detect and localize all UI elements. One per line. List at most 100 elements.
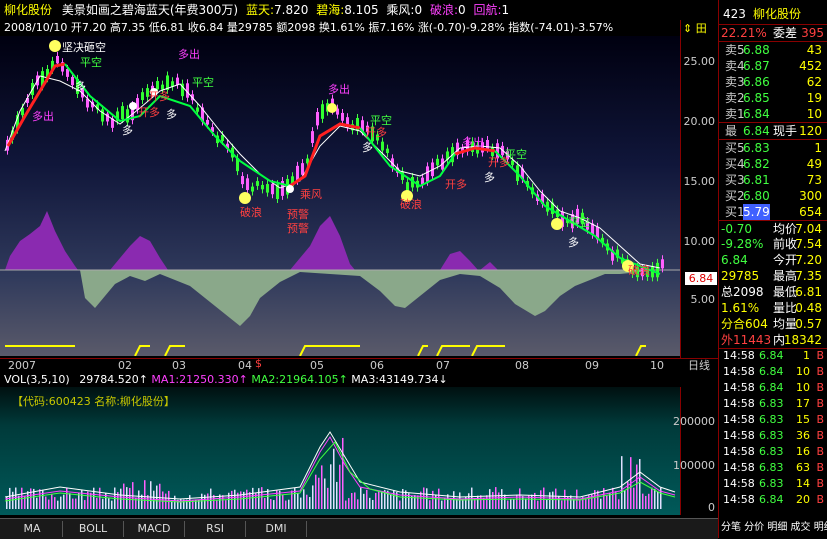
stat-left: -0.70 xyxy=(721,222,753,236)
annotation-label: 多出 xyxy=(178,48,200,61)
stock-name[interactable]: 柳化股份 xyxy=(4,3,52,17)
volume-bar xyxy=(54,497,56,509)
trade-side: B xyxy=(816,461,824,474)
trade-price: 6.83 xyxy=(759,397,784,410)
candle-body xyxy=(311,131,314,143)
trade-volume: 10 xyxy=(796,381,810,394)
volume-bar xyxy=(621,456,623,509)
tab-ma[interactable]: MA xyxy=(2,521,63,537)
volume-bar xyxy=(345,500,347,509)
ma-line-red xyxy=(289,122,361,188)
tab-dmi[interactable]: DMI xyxy=(246,521,307,537)
price-tick: 10.00 xyxy=(683,235,716,248)
trade-price: 6.83 xyxy=(759,477,784,490)
polang-label: 破浪: xyxy=(429,3,458,17)
volume-chart[interactable]: 【代码:600423 名称:柳化股份】 xyxy=(0,387,680,515)
axis-toolbar-icons[interactable]: ⇕ 田 xyxy=(683,20,707,36)
date-label: 03 xyxy=(172,359,186,372)
volume-bar xyxy=(612,487,614,509)
signal-icon xyxy=(551,218,563,230)
candle-body xyxy=(381,141,384,151)
volume-bar xyxy=(357,499,359,509)
bar-info-line: 2008/10/10 开7.20 高7.35 低6.81 收6.84 量2978… xyxy=(0,20,718,36)
stat-label: 前收 xyxy=(773,237,798,251)
volume-bar xyxy=(180,498,182,509)
volume-bar xyxy=(363,493,365,509)
volume-bar xyxy=(306,494,308,509)
trade-tabs[interactable]: 分笔 分价 明细 成交 明细 xyxy=(721,518,827,533)
candle-body xyxy=(241,176,244,185)
volume-bar xyxy=(504,494,506,509)
price-tick: 20.00 xyxy=(683,115,716,128)
annotation-label: 多 xyxy=(75,80,86,93)
volume-bar xyxy=(72,498,74,509)
volume-bar xyxy=(369,497,371,509)
info-amplitude: 振7.16% xyxy=(368,21,415,34)
trade-side: B xyxy=(816,349,824,362)
info-high: 高7.35 xyxy=(109,21,146,34)
candle-body xyxy=(121,106,124,120)
volume-bar xyxy=(642,493,644,509)
volume-bar xyxy=(657,491,659,509)
candle-body xyxy=(251,186,254,192)
volume-bar xyxy=(78,493,80,509)
date-label: 2007 xyxy=(8,359,36,372)
candle-body xyxy=(221,135,224,141)
bihai-label: 碧海: xyxy=(316,3,345,17)
price-chart[interactable]: 坚决砸空 多出 多出 多出 多出 多 多 多 多 多 多 开多 开多 开多 开多… xyxy=(0,36,680,356)
candle-body xyxy=(386,148,389,153)
candle-body xyxy=(256,181,259,186)
volume-bar xyxy=(498,492,500,509)
volume-bar xyxy=(300,497,302,509)
split-marker-icon: $ xyxy=(255,357,262,370)
date-label: 04 xyxy=(238,359,252,372)
stat-left: 外11443 xyxy=(721,333,772,347)
volume-bar xyxy=(522,496,524,509)
candle-body xyxy=(266,184,269,193)
trade-time: 14:58 xyxy=(723,365,755,378)
bid-price: 5.79 xyxy=(743,204,770,220)
trade-volume: 16 xyxy=(796,445,810,458)
tab-macd[interactable]: MACD xyxy=(124,521,185,537)
trade-volume: 63 xyxy=(796,461,810,474)
vol-title[interactable]: VOL(3,5,10) xyxy=(4,373,70,386)
trade-time: 14:58 xyxy=(723,413,755,426)
candle-body xyxy=(101,109,104,122)
bid-volume: 300 xyxy=(799,189,822,203)
weicha-value: 395 xyxy=(801,26,824,40)
weicha-label: 委差 xyxy=(773,26,798,40)
volume-bar xyxy=(42,489,44,509)
volume-bar xyxy=(75,498,77,509)
trade-list[interactable]: 14:58 6.84 1 B 14:58 6.84 10 B 14:58 6.84 10 B 14:58… xyxy=(719,348,827,516)
volume-bar xyxy=(18,495,20,509)
tab-rsi[interactable]: RSI xyxy=(185,521,246,537)
volume-bar xyxy=(90,492,92,509)
vol-ma1: MA1:21250.330 xyxy=(151,373,239,386)
candle-body xyxy=(301,163,304,175)
ask-volume: 19 xyxy=(806,91,822,105)
info-change: 涨(-0.70)-9.28% xyxy=(417,21,505,34)
volume-bar xyxy=(111,500,113,509)
trade-time: 14:58 xyxy=(723,493,755,506)
trade-time: 14:58 xyxy=(723,349,755,362)
volume-bar xyxy=(288,499,290,509)
volume-bar xyxy=(252,487,254,509)
volume-bar xyxy=(606,495,608,509)
stat-row: 1.61% 量比 0.48 xyxy=(719,300,827,316)
period-selector[interactable]: 日线 xyxy=(688,359,710,373)
volume-bar xyxy=(597,490,599,509)
arrow-up-icon: ↑ xyxy=(338,373,348,386)
volume-bar xyxy=(324,478,326,509)
volume-axis: 200000 100000 0 xyxy=(673,387,719,515)
signal-icon xyxy=(327,103,337,113)
ask-row: 卖4 6.87 452 xyxy=(719,58,827,74)
bid-label: 买1 xyxy=(725,205,745,219)
annotation-label: 坚决砸空 xyxy=(62,41,106,54)
tab-boll[interactable]: BOLL xyxy=(63,521,124,537)
volume-bar xyxy=(321,465,323,509)
volume-bar xyxy=(525,498,527,509)
stat-label: 最低 xyxy=(773,285,798,299)
candle-body xyxy=(206,119,209,125)
bid-row: 买1 5.79 654 xyxy=(719,204,827,220)
bid-row: 买5 6.83 1 xyxy=(719,140,827,156)
